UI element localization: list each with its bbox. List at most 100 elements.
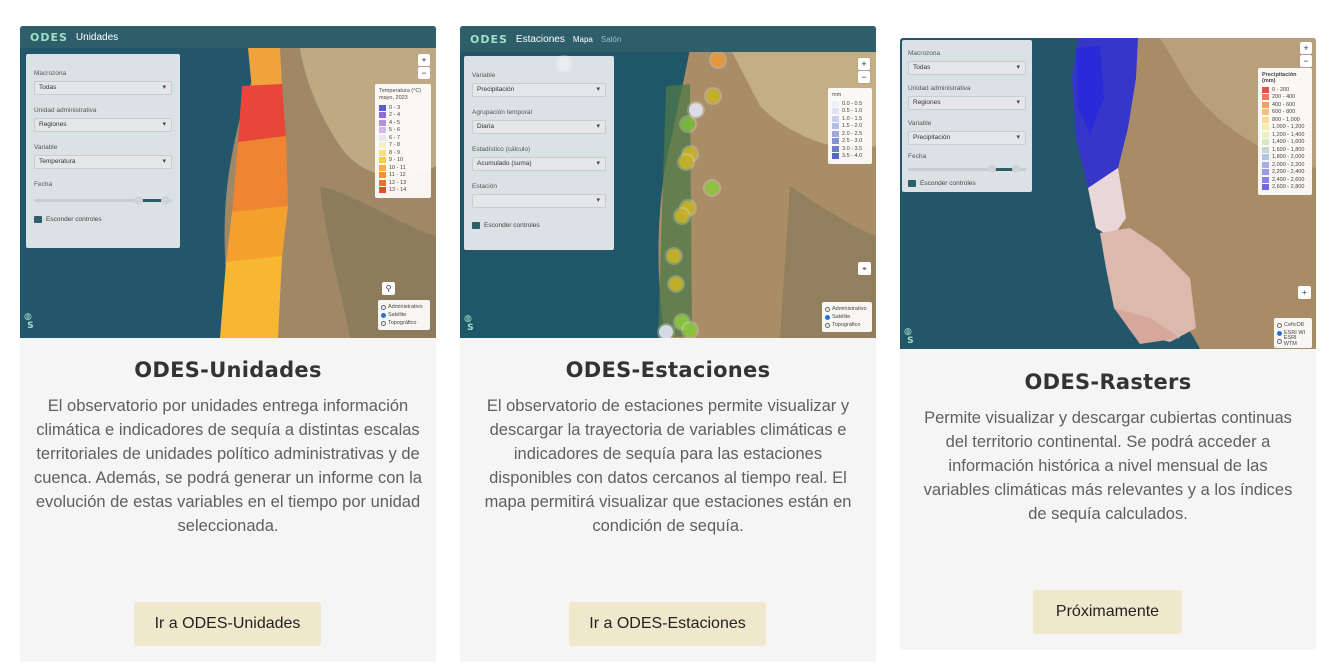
layer-option[interactable]: Topográfico [381,319,427,327]
control-label: Unidad administrativa [908,85,971,92]
radio-icon[interactable] [825,314,830,320]
station-marker[interactable] [681,117,695,131]
station-marker[interactable] [683,323,697,337]
layer-option[interactable]: CeficO8 [1277,321,1309,329]
hide-controls-toggle[interactable]: Esconder controles [908,180,1026,187]
zoom-in-button[interactable]: + [1300,42,1312,54]
hide-controls-toggle[interactable]: Esconder controles [34,216,172,223]
odes-corner-logo: ◍ S [904,327,914,346]
locate-icon[interactable]: ⌖ [858,262,871,275]
tab-mapa[interactable]: Mapa [573,35,593,44]
legend-item: 200 - 400 [1262,94,1308,102]
unidad-select[interactable]: Regiones [34,118,172,132]
legend-item: 8 - 9 [379,149,427,157]
station-marker[interactable] [705,181,719,195]
radio-icon[interactable] [825,322,830,328]
radio-icon[interactable] [1277,330,1282,336]
station-marker[interactable] [667,249,681,263]
control-label: Macrozona [908,50,941,57]
legend-label: 2.5 - 3.0 [842,138,863,145]
agrupacion-select[interactable]: Diaria [472,120,606,134]
card-description: El observatorio por unidades entrega inf… [34,397,422,535]
variable-select[interactable]: Precipitación [472,83,606,97]
hide-controls-toggle[interactable]: Esconder controles [472,222,606,229]
legend-label: 1,000 - 1,200 [1272,124,1305,131]
control-label: Macrozona [34,70,67,77]
radio-icon[interactable] [1277,322,1282,328]
layer-option[interactable]: Satélite [381,311,427,319]
legend-item: 13 - 14 [379,187,427,195]
layer-label: Administrativo [832,306,867,312]
layer-option[interactable]: Administrativo [825,305,869,313]
macrozona-select[interactable]: Todas [908,61,1026,75]
layer-option[interactable]: Administrativo [381,303,427,311]
legend-label: 2 - 4 [389,112,401,119]
radio-icon[interactable] [381,320,386,326]
legend-swatch [832,115,839,122]
legend-title: mm [832,92,842,98]
zoom-in-button[interactable]: + [858,58,870,70]
go-to-unidades-button[interactable]: Ir a ODES-Unidades [134,602,321,646]
station-marker[interactable] [711,53,725,67]
legend-item: 2.0 - 2.5 [832,130,868,138]
date-slider[interactable] [34,192,172,206]
variable-select[interactable]: Precipitación [908,131,1026,145]
card-title: ODES-Estaciones [565,358,771,382]
zoom-out-button[interactable]: − [1300,55,1312,67]
coming-soon-button[interactable]: Próximamente [1033,590,1182,634]
legend-label: 2,200 - 2,400 [1272,169,1305,176]
legend-swatch [1262,161,1269,168]
legend-label: 200 - 400 [1272,94,1296,101]
tab-salon[interactable]: Salón [601,35,621,44]
estacion-select[interactable] [472,194,606,208]
legend-item: 0 - 200 [1262,86,1308,94]
hide-icon [908,180,916,187]
layer-label: Topográfico [388,320,417,326]
zoom-out-button[interactable]: − [418,67,430,79]
legend-swatch [379,134,386,141]
app-header: ODES Estaciones Mapa Salón [460,26,876,52]
zoom-out-button[interactable]: − [858,71,870,83]
search-icon[interactable]: ⚲ [382,282,395,295]
layer-selector: Administrativo Satélite Topográfico [378,300,430,330]
station-marker[interactable] [706,89,720,103]
station-marker[interactable] [679,155,693,169]
legend-item: 3.0 - 3.5 [832,145,868,153]
screenshot-odes-unidades: ODES Unidades Macrozona Todas Unidad adm… [20,26,436,338]
legend-swatch [1262,169,1269,176]
radio-icon[interactable] [381,312,386,318]
radio-icon[interactable] [1277,338,1282,344]
slider-handle[interactable] [988,165,996,173]
station-marker[interactable] [659,325,673,338]
slider-handle[interactable] [1012,165,1020,173]
legend-swatch [1262,109,1269,116]
station-marker[interactable] [669,277,683,291]
macrozona-select[interactable]: Todas [34,81,172,95]
date-slider[interactable] [908,162,1026,174]
station-marker[interactable] [689,103,703,117]
station-marker[interactable] [675,209,689,223]
legend-swatch [379,127,386,134]
unidad-select[interactable]: Regiones [908,96,1026,110]
legend-label: 5 - 6 [389,127,401,134]
variable-select[interactable]: Temperatura [34,155,172,169]
radio-icon[interactable] [381,304,386,310]
estadistico-select[interactable]: Acumulado (suma) [472,157,606,171]
hide-controls-label: Esconder controles [920,180,976,187]
radio-icon[interactable] [825,306,830,312]
layer-option[interactable]: ESRI WTM [1277,335,1309,347]
legend-label: 800 - 1,000 [1272,116,1300,123]
screenshot-odes-estaciones: ODES Estaciones Mapa Salón Variable Prec… [460,26,876,338]
locate-icon[interactable]: + [1298,286,1311,299]
zoom-in-button[interactable]: + [418,54,430,66]
slider-handle[interactable] [161,196,170,205]
legend-label: 1,400 - 1,600 [1272,139,1305,146]
layer-option[interactable]: Satélite [825,313,869,321]
legend-item: 9 - 10 [379,157,427,165]
layer-label: Administrativo [388,304,423,310]
control-label: Variable [908,120,932,127]
legend-label: 1.0 - 1.5 [842,115,863,122]
slider-handle[interactable] [134,196,143,205]
go-to-estaciones-button[interactable]: Ir a ODES-Estaciones [569,602,766,646]
layer-option[interactable]: Topográfico [825,321,869,329]
